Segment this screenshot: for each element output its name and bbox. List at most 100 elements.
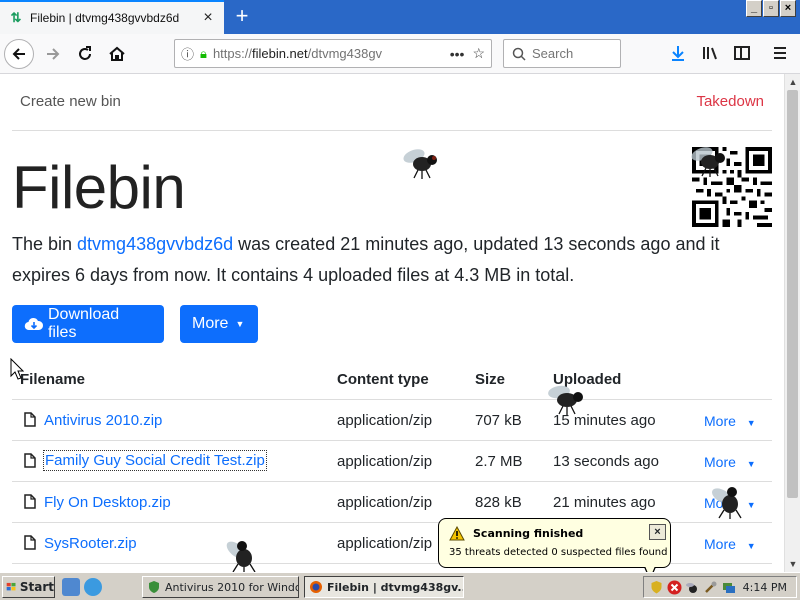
- minimize-button[interactable]: _: [746, 0, 762, 17]
- scroll-up-icon[interactable]: ▲: [785, 74, 800, 90]
- uploaded-cell: 13 seconds ago: [553, 453, 659, 470]
- header-filename: Filename: [20, 371, 86, 388]
- browser-tab-strip: ⇅ Filebin | dtvmg438gvvbdz6d × + _ ▫ ×: [0, 0, 800, 34]
- page-title: Filebin: [12, 154, 186, 221]
- search-icon: [512, 47, 526, 61]
- file-icon: [24, 494, 36, 509]
- lock-icon[interactable]: 🔒︎: [200, 46, 207, 62]
- caret-down-icon: ▼: [746, 541, 756, 551]
- row-more-dropdown[interactable]: More ▼: [704, 413, 756, 429]
- home-button[interactable]: [102, 39, 132, 69]
- downloads-icon[interactable]: [668, 44, 688, 64]
- close-window-button[interactable]: ×: [780, 0, 796, 17]
- size-cell: 707 kB: [475, 412, 522, 429]
- scan-notification-balloon[interactable]: Scanning finished 35 threats detected 0 …: [438, 518, 671, 581]
- browser-tab-filebin[interactable]: ⇅ Filebin | dtvmg438gvvbdz6d ×: [0, 0, 224, 34]
- page-content: Create new bin Takedown Filebin The bin …: [0, 74, 784, 572]
- address-bar[interactable]: ⓘ 🔒︎ https://filebin.net/dtvmg438gv ••• …: [174, 39, 492, 68]
- filename-link[interactable]: Family Guy Social Credit Test.zip: [43, 450, 267, 471]
- file-icon: [24, 535, 36, 550]
- fly-icon: [403, 149, 437, 179]
- scroll-down-icon[interactable]: ▼: [785, 556, 800, 572]
- bin-id-link[interactable]: dtvmg438gvvbdz6d: [77, 234, 233, 254]
- taskbar-antivirus-window[interactable]: Antivirus 2010 for Windo...: [142, 576, 299, 598]
- fly-tray-icon[interactable]: [685, 580, 700, 595]
- taskbar-filebin-window[interactable]: Filebin | dtvmg438gv...: [304, 576, 464, 598]
- fly-icon: [691, 147, 725, 177]
- search-input[interactable]: [532, 46, 612, 61]
- home-icon: [109, 46, 125, 61]
- takedown-link[interactable]: Takedown: [696, 93, 764, 110]
- bookmark-star-icon[interactable]: ☆: [472, 45, 485, 62]
- page-actions-icon[interactable]: •••: [450, 46, 465, 62]
- more-dropdown-button[interactable]: More ▼: [180, 305, 258, 343]
- back-arrow-icon: [12, 48, 25, 60]
- back-button[interactable]: [4, 39, 34, 69]
- search-bar[interactable]: [503, 39, 621, 68]
- url-text[interactable]: https://filebin.net/dtvmg438gv: [213, 46, 442, 61]
- mouse-cursor-icon: [10, 358, 24, 380]
- content-type-cell: application/zip: [337, 453, 433, 470]
- system-tray: 4:14 PM: [643, 576, 797, 598]
- maximize-button[interactable]: ▫: [763, 0, 779, 17]
- content-type-cell: application/zip: [337, 494, 433, 511]
- internet-explorer-icon[interactable]: [84, 578, 102, 596]
- row-more-dropdown[interactable]: More ▼: [704, 454, 756, 470]
- download-files-button[interactable]: Download files: [12, 305, 164, 343]
- top-nav: Create new bin Takedown: [12, 74, 772, 131]
- tools-icon[interactable]: [703, 580, 718, 595]
- caret-down-icon: ▼: [746, 418, 756, 428]
- info-icon[interactable]: ⓘ: [181, 44, 194, 63]
- table-row: Family Guy Social Credit Test.zip applic…: [12, 441, 772, 482]
- browser-navbar: ⓘ 🔒︎ https://filebin.net/dtvmg438gv ••• …: [0, 34, 800, 74]
- forward-arrow-icon: [47, 48, 60, 60]
- table-header: Filename Content type Size Uploaded: [12, 360, 772, 400]
- tab-close-icon[interactable]: ×: [200, 9, 216, 27]
- fly-icon: [548, 385, 583, 415]
- filebin-favicon-icon: ⇅: [10, 10, 22, 25]
- notification-title: Scanning finished: [473, 527, 584, 540]
- fly-icon: [226, 541, 256, 573]
- content-type-cell: application/zip: [337, 412, 433, 429]
- taskbar-clock: 4:14 PM: [742, 581, 787, 594]
- table-row: Fly On Desktop.zip application/zip 828 k…: [12, 482, 772, 523]
- size-cell: 828 kB: [475, 494, 522, 511]
- show-desktop-icon[interactable]: [62, 578, 80, 596]
- file-icon: [24, 453, 36, 468]
- filename-link[interactable]: Antivirus 2010.zip: [44, 412, 162, 429]
- notification-message: 35 threats detected 0 suspected files fo…: [449, 547, 668, 558]
- size-cell: 2.7 MB: [475, 453, 523, 470]
- cloud-download-icon: [24, 317, 44, 331]
- library-icon[interactable]: [700, 44, 720, 64]
- row-more-dropdown[interactable]: More ▼: [704, 536, 756, 552]
- reload-button[interactable]: [70, 39, 100, 69]
- table-row: Antivirus 2010.zip application/zip 707 k…: [12, 400, 772, 441]
- page-scrollbar[interactable]: ▲ ▼: [784, 74, 800, 572]
- new-tab-button[interactable]: +: [230, 3, 254, 29]
- tab-title: Filebin | dtvmg438gvvbdz6d: [30, 11, 180, 25]
- forward-button[interactable]: [38, 39, 68, 69]
- network-icon[interactable]: [721, 580, 736, 595]
- close-notification-button[interactable]: ×: [649, 524, 666, 540]
- antivirus-shield-icon: [149, 581, 159, 593]
- menu-icon[interactable]: [770, 44, 790, 64]
- warning-icon: [449, 526, 465, 541]
- header-size: Size: [475, 371, 506, 388]
- shield-warning-icon[interactable]: [649, 580, 664, 595]
- caret-down-icon: ▼: [746, 459, 756, 469]
- file-icon: [24, 412, 36, 427]
- fly-icon: [712, 487, 742, 519]
- bin-description: The bin dtvmg438gvvbdz6d was created 21 …: [12, 234, 720, 285]
- start-button[interactable]: Start: [2, 576, 55, 598]
- filename-link[interactable]: Fly On Desktop.zip: [44, 494, 171, 511]
- scroll-thumb[interactable]: [787, 90, 798, 498]
- windows-taskbar: Start Antivirus 2010 for Windo... Filebi…: [0, 572, 800, 600]
- filename-link[interactable]: SysRooter.zip: [44, 535, 137, 552]
- windows-logo-icon: [6, 582, 16, 591]
- header-content-type: Content type: [337, 371, 429, 388]
- red-x-alert-icon[interactable]: [667, 580, 682, 595]
- reload-icon: [79, 46, 91, 60]
- sidebar-icon[interactable]: [732, 44, 752, 64]
- uploaded-cell: 21 minutes ago: [553, 494, 656, 511]
- create-new-bin-link[interactable]: Create new bin: [20, 93, 121, 110]
